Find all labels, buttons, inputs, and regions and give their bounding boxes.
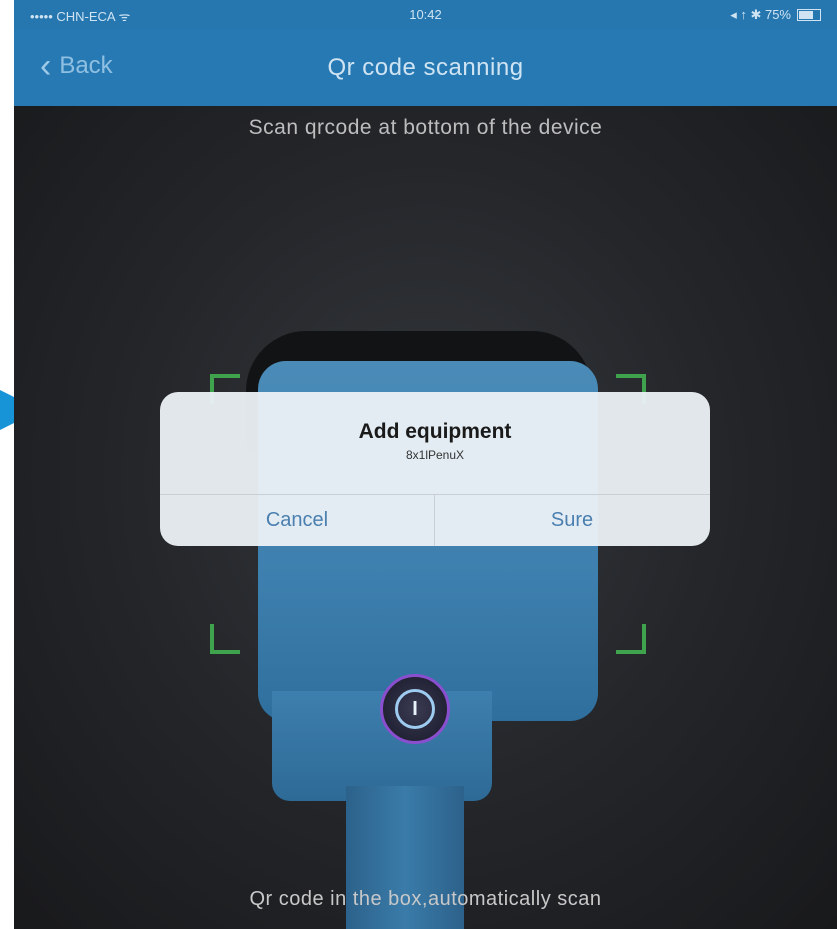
cancel-button[interactable]: Cancel [160, 494, 434, 546]
battery-icon [797, 9, 821, 21]
dialog-title: Add equipment [358, 420, 512, 443]
scan-frame-corner-bottom-left [210, 624, 240, 654]
navigation-bar: ‹ Back Qr code scanning [14, 30, 837, 106]
device-power-icon: I [380, 674, 450, 744]
scan-hint-bottom: Qr code in the box,automatically scan [249, 888, 602, 910]
page-title: Qr code scanning [327, 54, 524, 81]
status-time: 10:42 [409, 7, 442, 22]
dialog-device-code: 8x1lPenuX [405, 448, 465, 462]
sure-button[interactable]: Sure [435, 494, 709, 546]
phone-screen: ••••• CHN-ECA ᯤ 10:42 ◂ ↑ ✱ 75% ‹ Back Q… [14, 0, 837, 929]
scan-frame-corner-bottom-right [616, 624, 646, 654]
carrier-signal: ••••• CHN-ECA ᯤ [30, 9, 131, 24]
add-equipment-dialog: Add equipment 8x1lPenuX Cancel Sure [160, 392, 710, 546]
battery-percent: ◂ ↑ ✱ 75% [730, 7, 791, 22]
scan-instruction: Scan qrcode at bottom of the device [248, 116, 603, 139]
battery-indicator: ◂ ↑ ✱ 75% [730, 7, 821, 23]
status-bar: ••••• CHN-ECA ᯤ 10:42 ◂ ↑ ✱ 75% [14, 0, 837, 30]
